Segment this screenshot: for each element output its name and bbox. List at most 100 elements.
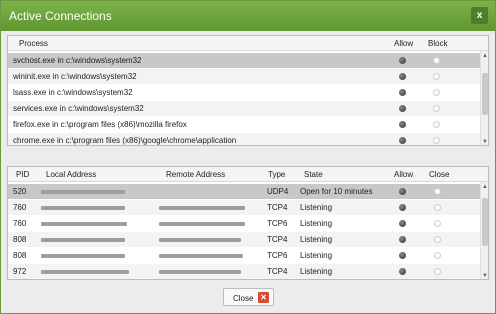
state-cell: Listening (300, 267, 333, 276)
type-cell: UDP4 (267, 187, 289, 196)
local-address-redacted (41, 190, 125, 194)
state-cell: Open for 10 minutes (300, 187, 373, 196)
allow-radio[interactable] (399, 105, 406, 112)
process-row[interactable]: lsass.exe in c:\windows\system32 (8, 85, 481, 100)
local-address-redacted (41, 206, 125, 210)
remote-address-redacted (159, 206, 245, 210)
window-close-button[interactable]: x (471, 7, 488, 24)
allow-column-header[interactable]: Allow (394, 39, 413, 48)
close-radio[interactable] (434, 220, 441, 227)
process-list-scrollbar[interactable]: ▲ ▼ (480, 51, 488, 145)
type-cell: TCP6 (267, 251, 288, 260)
local-address-redacted (41, 270, 129, 274)
allow-column-header[interactable]: Allow (394, 170, 413, 179)
scroll-up-icon[interactable]: ▲ (482, 184, 488, 190)
connection-row[interactable]: 808 TCP4 Listening (8, 232, 481, 247)
close-radio[interactable] (434, 252, 441, 259)
close-button-label: Close (233, 294, 254, 303)
window-title: Active Connections (9, 9, 112, 23)
pid-cell: 808 (13, 251, 27, 260)
close-x-icon: ✕ (258, 292, 269, 303)
active-connections-dialog: Active Connections x Process Allow Block… (0, 0, 496, 314)
pid-cell: 520 (13, 187, 27, 196)
close-column-header[interactable]: Close (429, 170, 449, 179)
process-path: wininit.exe in c:\windows\system32 (13, 72, 137, 81)
title-bar: Active Connections x (1, 1, 495, 31)
state-cell: Listening (300, 235, 333, 244)
connection-row[interactable]: 760 TCP6 Listening (8, 216, 481, 231)
pid-cell: 972 (13, 267, 27, 276)
connection-row[interactable]: 520 UDP4 Open for 10 minutes (8, 184, 481, 199)
process-list-panel: Process Allow Block svchost.exe in c:\wi… (7, 35, 489, 146)
process-row[interactable]: firefox.exe in c:\program files (x86)\mo… (8, 117, 481, 132)
remote-address-redacted (159, 238, 241, 242)
allow-radio[interactable] (399, 121, 406, 128)
block-radio[interactable] (433, 137, 440, 144)
process-row[interactable]: chrome.exe in c:\program files (x86)\goo… (8, 133, 481, 145)
block-radio[interactable] (433, 89, 440, 96)
close-radio[interactable] (434, 236, 441, 243)
allow-radio[interactable] (399, 188, 406, 195)
allow-radio[interactable] (399, 252, 406, 259)
process-path: svchost.exe in c:\windows\system32 (13, 56, 142, 65)
pid-cell: 760 (13, 219, 27, 228)
block-radio[interactable] (433, 105, 440, 112)
local-address-redacted (41, 254, 125, 258)
scroll-down-icon[interactable]: ▼ (482, 139, 488, 145)
process-row[interactable]: wininit.exe in c:\windows\system32 (8, 69, 481, 84)
scroll-up-icon[interactable]: ▲ (482, 53, 488, 59)
connection-row[interactable]: 972 TCP4 Listening (8, 264, 481, 279)
close-radio[interactable] (434, 268, 441, 275)
type-cell: TCP4 (267, 267, 288, 276)
remote-address-redacted (159, 254, 243, 258)
block-column-header[interactable]: Block (428, 39, 448, 48)
process-path: lsass.exe in c:\windows\system32 (13, 88, 133, 97)
allow-radio[interactable] (399, 89, 406, 96)
pid-column-header[interactable]: PID (16, 170, 29, 179)
state-cell: Listening (300, 203, 333, 212)
allow-radio[interactable] (399, 137, 406, 144)
connection-list-panel: PID Local Address Remote Address Type St… (7, 166, 489, 280)
type-cell: TCP4 (267, 203, 288, 212)
connection-row[interactable]: 760 TCP4 Listening (8, 200, 481, 215)
allow-radio[interactable] (399, 220, 406, 227)
process-path: firefox.exe in c:\program files (x86)\mo… (13, 120, 187, 129)
block-radio[interactable] (433, 73, 440, 80)
allow-radio[interactable] (399, 268, 406, 275)
state-cell: Listening (300, 251, 333, 260)
process-list-header: Process Allow Block (8, 36, 488, 51)
process-path: services.exe in c:\windows\system32 (13, 104, 144, 113)
allow-radio[interactable] (399, 57, 406, 64)
scroll-down-icon[interactable]: ▼ (482, 273, 488, 279)
pid-cell: 808 (13, 235, 27, 244)
close-radio[interactable] (434, 188, 441, 195)
type-cell: TCP4 (267, 235, 288, 244)
remote-address-redacted (159, 270, 241, 274)
close-button[interactable]: Close ✕ (223, 288, 274, 306)
local-address-column-header[interactable]: Local Address (46, 170, 96, 179)
scroll-thumb[interactable] (482, 73, 488, 115)
local-address-redacted (41, 238, 125, 242)
state-column-header[interactable]: State (304, 170, 323, 179)
close-radio[interactable] (434, 204, 441, 211)
process-path: chrome.exe in c:\program files (x86)\goo… (13, 136, 237, 145)
pid-cell: 760 (13, 203, 27, 212)
type-cell: TCP6 (267, 219, 288, 228)
process-row[interactable]: services.exe in c:\windows\system32 (8, 101, 481, 116)
block-radio[interactable] (433, 121, 440, 128)
process-column-header[interactable]: Process (19, 39, 48, 48)
allow-radio[interactable] (399, 204, 406, 211)
process-row[interactable]: svchost.exe in c:\windows\system32 (8, 53, 481, 68)
local-address-redacted (41, 222, 127, 226)
allow-radio[interactable] (399, 236, 406, 243)
close-icon: x (476, 10, 483, 21)
connection-row[interactable]: 808 TCP6 Listening (8, 248, 481, 263)
remote-address-column-header[interactable]: Remote Address (166, 170, 225, 179)
allow-radio[interactable] (399, 73, 406, 80)
type-column-header[interactable]: Type (268, 170, 285, 179)
connection-list-scrollbar[interactable]: ▲ ▼ (480, 182, 488, 279)
state-cell: Listening (300, 219, 333, 228)
remote-address-redacted (159, 222, 245, 226)
scroll-thumb[interactable] (482, 198, 488, 246)
block-radio[interactable] (433, 57, 440, 64)
